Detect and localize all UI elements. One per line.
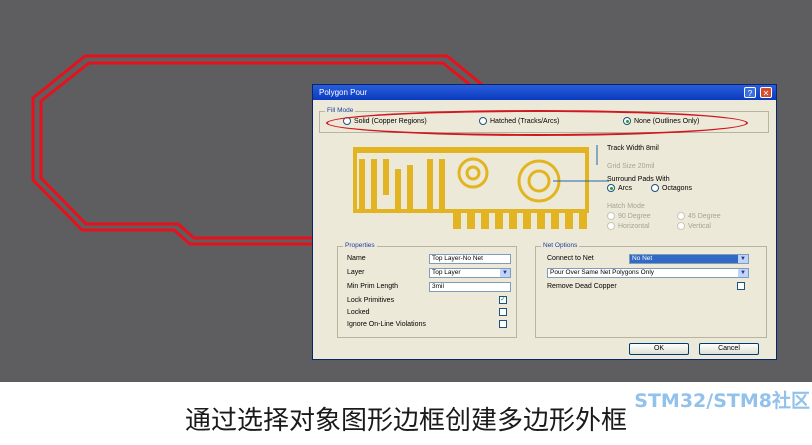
pour-over-value: Pour Over Same Net Polygons Only: [550, 269, 655, 276]
chevron-down-icon[interactable]: ▼: [738, 255, 748, 263]
radio-arcs-label: Arcs: [618, 184, 632, 192]
fill-mode-label: Fill Mode: [325, 107, 356, 114]
caption: 通过选择对象图形边框创建多边形外框: [184, 406, 627, 436]
remove-dead-copper-checkbox[interactable]: [737, 282, 745, 290]
hatch-mode-label: Hatch Mode: [607, 203, 645, 210]
remove-dead-copper-label: Remove Dead Copper: [547, 283, 617, 290]
net-options-label: Net Options: [541, 242, 580, 249]
lock-primitives-checkbox[interactable]: ✓: [499, 296, 507, 304]
pcb-canvas[interactable]: Polygon Pour ? ✕ Fill Mode Solid (Copper…: [0, 0, 812, 382]
connect-to-net-label: Connect to Net: [547, 255, 594, 262]
track-width-label: Track Width 8mil: [607, 145, 659, 152]
radio-90-degree-dot[interactable]: [607, 212, 615, 220]
chevron-down-icon[interactable]: ▼: [738, 269, 748, 277]
name-field[interactable]: Top Layer-No Net: [429, 254, 511, 264]
pour-over-select[interactable]: Pour Over Same Net Polygons Only ▼: [547, 268, 749, 278]
properties-label: Properties: [343, 242, 377, 249]
cancel-button[interactable]: Cancel: [699, 343, 759, 355]
dialog-titlebar[interactable]: Polygon Pour ? ✕: [313, 85, 776, 100]
ignore-online-checkbox[interactable]: [499, 320, 507, 328]
radio-vertical-dot[interactable]: [677, 222, 685, 230]
radio-45-degree-dot[interactable]: [677, 212, 685, 220]
layer-select-value: Top Layer: [432, 269, 461, 276]
ignore-online-label: Ignore On-Line Violations: [347, 321, 426, 328]
chevron-down-icon[interactable]: ▼: [500, 269, 510, 277]
fill-mode-highlight: [326, 110, 748, 136]
connect-to-net-value: No Net: [632, 255, 653, 262]
name-label: Name: [347, 255, 366, 262]
radio-octagons-label: Octagons: [662, 184, 692, 192]
surround-pads-label: Surround Pads With: [607, 176, 670, 183]
grid-size-label: Grid Size 20mil: [607, 163, 655, 170]
layer-label: Layer: [347, 269, 365, 276]
radio-octagons[interactable]: Octagons: [651, 184, 692, 192]
radio-90-degree-label: 90 Degree: [618, 212, 651, 220]
locked-checkbox[interactable]: [499, 308, 507, 316]
radio-horizontal-dot[interactable]: [607, 222, 615, 230]
min-prim-length-label: Min Prim Length: [347, 283, 398, 290]
close-icon[interactable]: ✕: [760, 87, 772, 98]
radio-vertical-label: Vertical: [688, 222, 711, 230]
radio-arcs[interactable]: Arcs: [607, 184, 632, 192]
radio-45-degree-label: 45 Degree: [688, 212, 721, 220]
layer-select[interactable]: Top Layer ▼: [429, 268, 511, 278]
radio-45-degree[interactable]: 45 Degree: [677, 212, 721, 220]
radio-horizontal-label: Horizontal: [618, 222, 650, 230]
help-icon[interactable]: ?: [744, 87, 756, 98]
locked-label: Locked: [347, 309, 370, 316]
dialog-title: Polygon Pour: [319, 88, 368, 97]
radio-90-degree[interactable]: 90 Degree: [607, 212, 651, 220]
radio-horizontal[interactable]: Horizontal: [607, 222, 650, 230]
radio-arcs-dot[interactable]: [607, 184, 615, 192]
polygon-pour-dialog: Polygon Pour ? ✕ Fill Mode Solid (Copper…: [312, 84, 777, 360]
ok-button[interactable]: OK: [629, 343, 689, 355]
lock-primitives-label: Lock Primitives: [347, 297, 395, 304]
radio-octagons-dot[interactable]: [651, 184, 659, 192]
connect-to-net-select[interactable]: No Net ▼: [629, 254, 749, 264]
min-prim-length-field[interactable]: 3mil: [429, 282, 511, 292]
radio-vertical[interactable]: Vertical: [677, 222, 711, 230]
